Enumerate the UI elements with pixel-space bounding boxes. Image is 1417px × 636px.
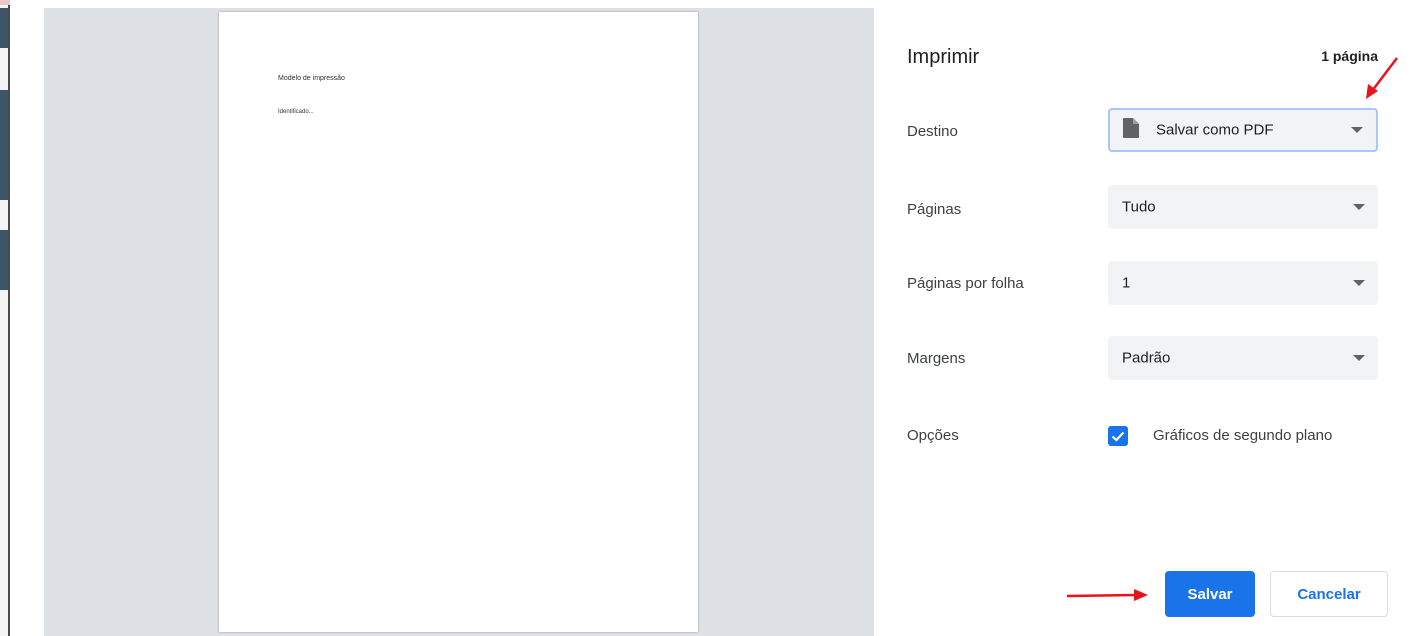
- background-graphics-label[interactable]: Gráficos de segundo plano: [1153, 427, 1332, 444]
- preview-page-text: Identificado...: [278, 109, 314, 115]
- margins-select[interactable]: Padrão: [1108, 336, 1378, 380]
- dialog-gutter: [10, 0, 44, 636]
- options-label: Opções: [907, 427, 959, 444]
- chevron-down-icon: [1351, 127, 1363, 133]
- destination-label: Destino: [907, 123, 958, 140]
- pages-value: Tudo: [1122, 198, 1156, 216]
- dialog-title: Imprimir: [907, 46, 980, 68]
- chevron-down-icon: [1353, 280, 1365, 286]
- save-button[interactable]: Salvar: [1165, 571, 1255, 617]
- check-icon: [1111, 431, 1125, 442]
- destination-value: Salvar como PDF: [1156, 121, 1274, 139]
- cancel-button[interactable]: Cancelar: [1270, 571, 1388, 617]
- pages-per-sheet-select[interactable]: 1: [1108, 261, 1378, 305]
- preview-page-title: Modelo de impressão: [278, 75, 345, 82]
- chevron-down-icon: [1353, 204, 1365, 210]
- margins-value: Padrão: [1122, 349, 1171, 367]
- background-window-edge-segment: [0, 90, 8, 200]
- print-settings-panel: Imprimir 1 página Destino Salvar como PD…: [874, 8, 1417, 636]
- pages-select[interactable]: Tudo: [1108, 185, 1378, 229]
- page-count: 1 página: [1321, 48, 1378, 64]
- print-preview-area[interactable]: Modelo de impressão Identificado...: [44, 8, 874, 636]
- preview-page: Modelo de impressão Identificado...: [219, 12, 698, 632]
- file-icon: [1122, 117, 1140, 143]
- margins-label: Margens: [907, 350, 966, 367]
- chevron-down-icon: [1353, 355, 1365, 361]
- background-window-edge-segment: [0, 8, 8, 48]
- background-window-edge-segment: [0, 230, 8, 290]
- pages-per-sheet-value: 1: [1122, 274, 1131, 292]
- destination-select[interactable]: Salvar como PDF: [1108, 108, 1378, 152]
- pages-label: Páginas: [907, 201, 962, 218]
- background-graphics-checkbox[interactable]: [1108, 426, 1128, 446]
- pages-per-sheet-label: Páginas por folha: [907, 275, 1024, 292]
